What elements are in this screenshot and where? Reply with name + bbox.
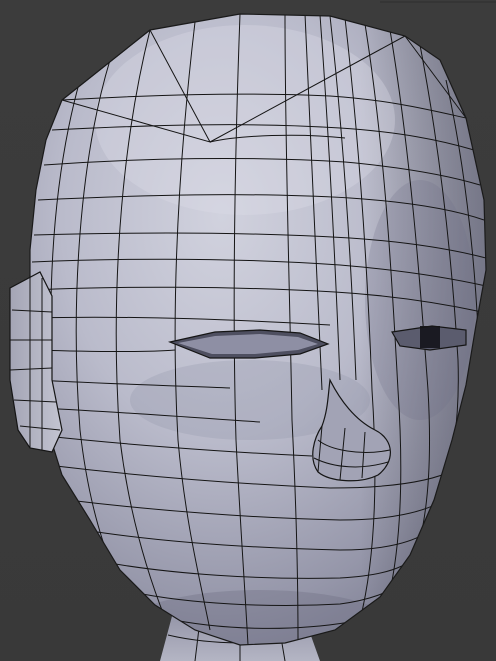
head-mesh[interactable] (29, 0, 496, 661)
3d-viewport[interactable] (0, 0, 496, 661)
viewport-canvas[interactable] (0, 0, 496, 661)
